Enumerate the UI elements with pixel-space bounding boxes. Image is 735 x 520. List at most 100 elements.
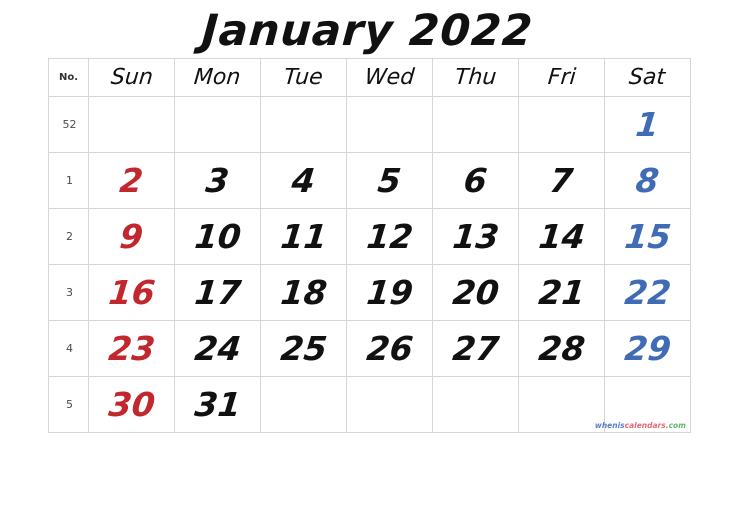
day-cell-sat[interactable]: 29	[604, 320, 691, 377]
day-number: 24	[192, 329, 243, 368]
header-wed-label: Wed	[363, 65, 416, 90]
day-number: 28	[536, 329, 587, 368]
day-cell-fri[interactable]: 7	[518, 152, 605, 209]
day-cell-mon[interactable]: 10	[174, 208, 261, 265]
day-cell-thu[interactable]: 6	[432, 152, 519, 209]
day-number: 8	[633, 161, 662, 200]
day-number: 9	[117, 217, 146, 256]
day-number: 13	[450, 217, 501, 256]
header-mon: Mon	[174, 58, 261, 97]
day-number: 12	[364, 217, 415, 256]
day-cell-fri[interactable]	[518, 96, 605, 153]
day-cell-thu[interactable]: 27	[432, 320, 519, 377]
day-cell-sun[interactable]: 16	[88, 264, 175, 321]
day-cell-thu[interactable]	[432, 376, 519, 433]
table-row: 5 30 31 wheniscalendars.com	[48, 376, 691, 433]
day-cell-sat[interactable]: wheniscalendars.com	[595, 376, 691, 433]
day-number: 2	[117, 161, 146, 200]
day-cell-wed[interactable]	[346, 376, 433, 433]
day-number: 14	[536, 217, 587, 256]
day-number: 19	[364, 273, 415, 312]
day-cell-tue[interactable]: 4	[260, 152, 347, 209]
week-number-cell: 52	[48, 96, 89, 153]
day-number: 7	[547, 161, 576, 200]
day-cell-sun[interactable]: 9	[88, 208, 175, 265]
day-cell-wed[interactable]: 12	[346, 208, 433, 265]
day-cell-tue[interactable]	[260, 96, 347, 153]
day-cell-wed[interactable]: 19	[346, 264, 433, 321]
day-cell-sat[interactable]: 8	[604, 152, 691, 209]
header-wed: Wed	[346, 58, 433, 97]
header-thu: Thu	[432, 58, 519, 97]
week-number-cell: 3	[48, 264, 89, 321]
header-mon-label: Mon	[193, 65, 242, 90]
day-cell-mon[interactable]: 3	[174, 152, 261, 209]
day-cell-sun[interactable]: 2	[88, 152, 175, 209]
day-cell-tue[interactable]: 18	[260, 264, 347, 321]
day-cell-mon[interactable]: 24	[174, 320, 261, 377]
day-cell-wed[interactable]	[346, 96, 433, 153]
header-fri: Fri	[518, 58, 605, 97]
day-number: 21	[536, 273, 587, 312]
page-title: January 2022	[200, 6, 535, 56]
day-cell-thu[interactable]: 13	[432, 208, 519, 265]
header-tue: Tue	[260, 58, 347, 97]
day-cell-tue[interactable]: 11	[260, 208, 347, 265]
day-number: 11	[278, 217, 329, 256]
day-number: 29	[622, 329, 673, 368]
day-cell-thu[interactable]: 20	[432, 264, 519, 321]
day-cell-wed[interactable]: 5	[346, 152, 433, 209]
day-number: 15	[622, 217, 673, 256]
header-sat-label: Sat	[628, 65, 667, 90]
header-fri-label: Fri	[546, 65, 577, 90]
day-cell-tue[interactable]: 25	[260, 320, 347, 377]
week-number-cell: 1	[48, 152, 89, 209]
day-number: 22	[622, 273, 673, 312]
day-number: 20	[450, 273, 501, 312]
day-cell-sat[interactable]: 22	[604, 264, 691, 321]
day-cell-fri[interactable]: 21	[518, 264, 605, 321]
day-number: 3	[203, 161, 232, 200]
watermark-part3: .com	[665, 420, 686, 430]
day-cell-wed[interactable]: 26	[346, 320, 433, 377]
calendar-page: January 2022 No. Sun Mon Tue Wed Thu Fri…	[0, 0, 735, 520]
day-number: 30	[106, 385, 157, 424]
day-cell-mon[interactable]	[174, 96, 261, 153]
table-row: 4 23 24 25 26 27 28 29	[48, 320, 691, 377]
day-cell-sun[interactable]	[88, 96, 175, 153]
day-cell-sun[interactable]: 23	[88, 320, 175, 377]
week-number-cell: 5	[48, 376, 89, 433]
day-cell-sun[interactable]: 30	[88, 376, 175, 433]
header-sat: Sat	[604, 58, 691, 97]
watermark[interactable]: wheniscalendars.com	[595, 420, 686, 430]
table-row: 2 9 10 11 12 13 14 15	[48, 208, 691, 265]
day-number: 10	[192, 217, 243, 256]
table-row: 3 16 17 18 19 20 21 22	[48, 264, 691, 321]
header-thu-label: Thu	[453, 65, 498, 90]
day-cell-mon[interactable]: 17	[174, 264, 261, 321]
week-number-cell: 2	[48, 208, 89, 265]
day-cell-thu[interactable]	[432, 96, 519, 153]
calendar-header: No. Sun Mon Tue Wed Thu Fri Sat	[48, 58, 691, 97]
day-cell-fri[interactable]: 14	[518, 208, 605, 265]
day-number: 16	[106, 273, 157, 312]
day-cell-fri[interactable]	[518, 376, 605, 433]
table-row: 52 1	[48, 96, 691, 153]
day-cell-tue[interactable]	[260, 376, 347, 433]
calendar-table: No. Sun Mon Tue Wed Thu Fri Sat 52 1 1 2…	[48, 58, 691, 433]
watermark-part2: calendars	[624, 420, 666, 430]
week-number-cell: 4	[48, 320, 89, 377]
day-number: 18	[278, 273, 329, 312]
day-number: 1	[633, 105, 662, 144]
day-number: 27	[450, 329, 501, 368]
header-row: No. Sun Mon Tue Wed Thu Fri Sat	[48, 58, 691, 97]
day-cell-fri[interactable]: 28	[518, 320, 605, 377]
header-week-number-label: No.	[58, 72, 79, 83]
day-cell-sat[interactable]: 1	[604, 96, 691, 153]
day-cell-mon[interactable]: 31	[174, 376, 261, 433]
day-number: 17	[192, 273, 243, 312]
day-number: 6	[461, 161, 490, 200]
header-tue-label: Tue	[283, 65, 324, 90]
day-cell-sat[interactable]: 15	[604, 208, 691, 265]
calendar-body: 52 1 1 2 3 4 5 6 7 8 2 9 10 11 12 13 14 …	[48, 96, 691, 433]
